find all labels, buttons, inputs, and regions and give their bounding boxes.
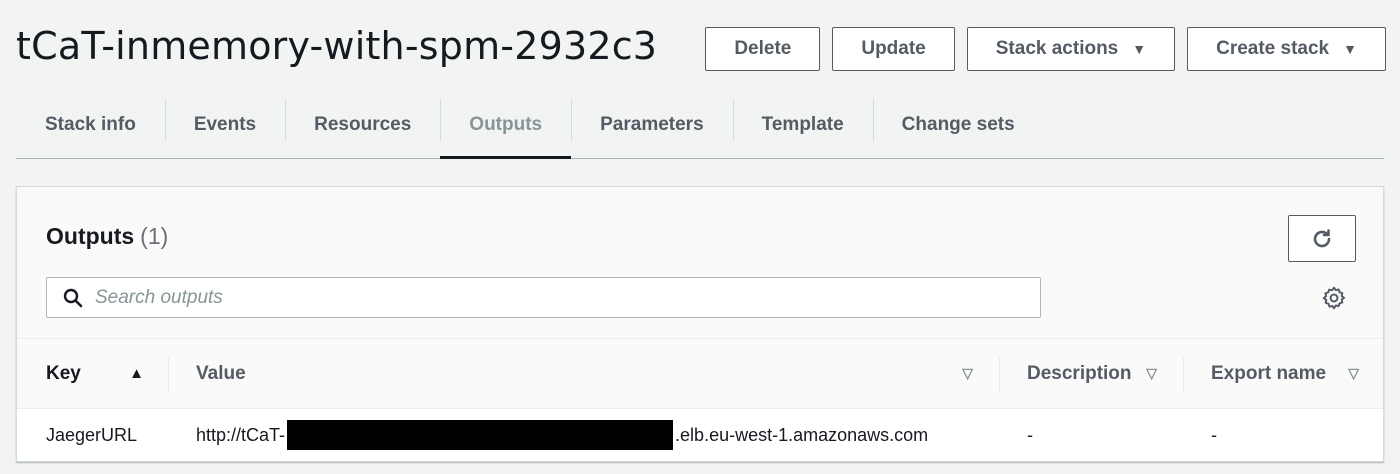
search-field[interactable]: [46, 277, 1041, 318]
outputs-title: Outputs (1): [46, 223, 168, 250]
column-header-label: Export name: [1211, 362, 1327, 384]
preferences-button[interactable]: [1321, 285, 1347, 311]
caret-down-icon: ▼: [1343, 41, 1357, 57]
search-icon: [63, 288, 83, 307]
create-stack-dropdown[interactable]: Create stack ▼: [1187, 27, 1386, 71]
redacted-block: [287, 420, 674, 450]
tab-label: Template: [761, 114, 844, 135]
column-header-label: Key: [46, 362, 81, 384]
tab-label: Stack info: [45, 114, 136, 135]
caret-down-icon: ▼: [1132, 41, 1147, 57]
column-header-export-name[interactable]: Export name ▽: [1183, 339, 1383, 408]
delete-button[interactable]: Delete: [705, 27, 821, 71]
cloudformation-stack-page: tCaT-inmemory-with-spm-2932c3 Delete Upd…: [0, 0, 1400, 474]
tab-stack-info[interactable]: Stack info: [16, 92, 165, 158]
page-title: tCaT-inmemory-with-spm-2932c3: [16, 24, 658, 68]
cell-key: JaegerURL: [46, 424, 138, 445]
tab-label: Resources: [314, 114, 412, 135]
value-suffix: .elb.eu-west-1.amazonaws.com: [675, 424, 929, 445]
column-header-label: Description: [1027, 362, 1132, 384]
sort-icon: ▽: [1146, 365, 1157, 381]
stack-actions-label: Stack actions: [995, 38, 1119, 59]
outputs-title-text: Outputs: [46, 223, 135, 249]
table-row: JaegerURL http://tCaT- .elb.eu-west-1.am…: [17, 409, 1383, 461]
tab-label: Parameters: [600, 114, 704, 135]
tab-label: Events: [193, 114, 257, 135]
outputs-panel-header: Outputs (1): [17, 187, 1383, 339]
delete-button-label: Delete: [734, 38, 792, 59]
tab-change-sets[interactable]: Change sets: [872, 92, 1044, 158]
column-header-description[interactable]: Description ▽: [999, 339, 1183, 408]
header-actions: Delete Update Stack actions ▼ Create sta…: [705, 27, 1386, 71]
value-prefix: http://tCaT-: [196, 424, 286, 445]
sort-icon: ▽: [1348, 365, 1359, 381]
cell-export-name: -: [1211, 424, 1217, 445]
tab-label: Outputs: [469, 114, 543, 135]
tab-label: Change sets: [901, 114, 1015, 135]
create-stack-label: Create stack: [1216, 38, 1330, 59]
tab-template[interactable]: Template: [732, 92, 873, 158]
tab-outputs[interactable]: Outputs: [440, 92, 571, 159]
outputs-table: Key ▲ Value ▽ Description ▽ Export name …: [17, 339, 1383, 461]
tab-events[interactable]: Events: [164, 92, 285, 158]
cell-description: -: [1027, 424, 1033, 445]
outputs-count: (1): [140, 223, 169, 249]
table-header: Key ▲ Value ▽ Description ▽ Export name …: [17, 339, 1383, 409]
outputs-panel: Outputs (1) Search outputs Key ▲ Value ▽…: [16, 186, 1384, 462]
sort-ascending-icon: ▲: [129, 365, 144, 382]
sort-icon: ▽: [962, 365, 973, 381]
column-header-label: Value: [196, 362, 246, 384]
refresh-icon: [1313, 228, 1331, 247]
column-header-key[interactable]: Key ▲: [17, 339, 168, 408]
update-button-label: Update: [861, 38, 926, 59]
refresh-button[interactable]: [1288, 215, 1356, 262]
tab-resources[interactable]: Resources: [285, 92, 440, 158]
gear-icon: [1322, 286, 1346, 310]
stack-actions-dropdown[interactable]: Stack actions ▼: [966, 27, 1176, 71]
column-header-value[interactable]: Value ▽: [168, 339, 999, 408]
update-button[interactable]: Update: [832, 27, 955, 71]
stack-tabs: Stack info Events Resources Outputs Para…: [16, 92, 1384, 159]
tab-parameters[interactable]: Parameters: [571, 92, 733, 158]
cell-value[interactable]: http://tCaT- .elb.eu-west-1.amazonaws.co…: [168, 420, 999, 450]
search-input[interactable]: [95, 286, 995, 309]
